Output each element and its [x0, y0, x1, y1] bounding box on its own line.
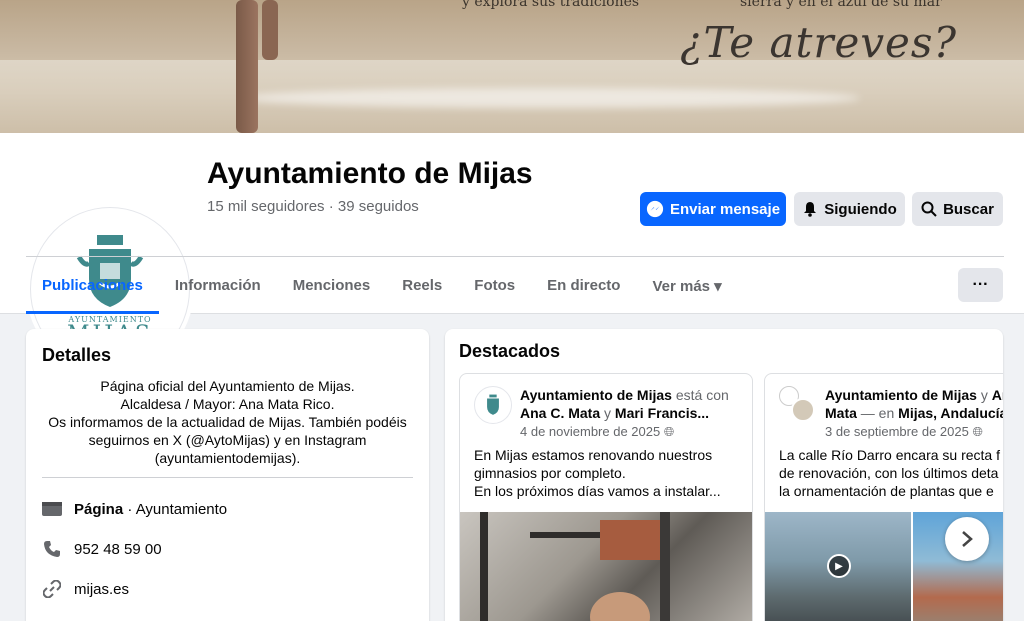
phone-number[interactable]: 952 48 59 00	[74, 541, 162, 558]
send-message-button[interactable]: Enviar mensaje	[640, 192, 786, 226]
tab-publicaciones[interactable]: Publicaciones	[26, 257, 159, 314]
play-icon[interactable]: ▶	[827, 554, 851, 578]
post-text-line: En los próximos días vamos a instalar...	[474, 483, 721, 499]
post-header: Ayuntamiento de Mijas está con Ana C. Ma…	[520, 386, 750, 422]
tab-en-directo[interactable]: En directo	[531, 257, 636, 314]
page-title: Ayuntamiento de Mijas	[207, 157, 533, 190]
search-button[interactable]: Buscar	[912, 192, 1003, 226]
tab-fotos[interactable]: Fotos	[458, 257, 531, 314]
cover-figure	[236, 0, 258, 133]
send-message-label: Enviar mensaje	[669, 200, 781, 218]
profile-tabs: Publicaciones Información Menciones Reel…	[26, 257, 738, 314]
search-label: Buscar	[943, 200, 994, 218]
avatar	[791, 398, 815, 422]
post-author-avatar[interactable]	[779, 386, 817, 424]
following-button[interactable]: Siguiendo	[794, 192, 905, 226]
post-date[interactable]: 4 de noviembre de 2025 🌐︎	[520, 424, 674, 440]
post-text-line: En Mijas estamos renovando nuestros	[474, 447, 713, 463]
featured-post[interactable]: Ayuntamiento de Mijas está con Ana C. Ma…	[459, 373, 753, 621]
following-label: Siguiendo	[824, 200, 897, 218]
cover-slogan: ¿Te atreves?	[680, 18, 957, 67]
post-photo[interactable]	[460, 512, 752, 621]
photo-detail	[600, 520, 660, 560]
tagged-user[interactable]: Mata	[825, 405, 857, 421]
tagged-user[interactable]: Mari Francis...	[615, 405, 709, 421]
post-body: La calle Río Darro encara su recta f de …	[779, 446, 1003, 500]
post-connector: — en	[856, 405, 899, 421]
cover-photo[interactable]: y explora sus tradiciones sierra y en el…	[0, 0, 1024, 133]
coat-of-arms-icon	[487, 394, 499, 415]
tab-reels[interactable]: Reels	[386, 257, 458, 314]
post-video-thumbnail[interactable]: ▶	[765, 512, 911, 621]
post-text-line: de renovación, con los últimos deta	[779, 465, 999, 481]
details-title: Detalles	[42, 345, 112, 365]
tab-menciones[interactable]: Menciones	[277, 257, 387, 314]
photo-detail	[530, 532, 600, 538]
website-link[interactable]: mijas.es	[74, 581, 129, 598]
post-connector: está con	[671, 387, 729, 403]
bio-line: (ayuntamientodemijas).	[154, 450, 301, 466]
more-options-button[interactable]: ···	[958, 268, 1003, 302]
cover-text-left: y explora sus tradiciones	[462, 0, 640, 10]
website-row[interactable]: mijas.es	[42, 579, 129, 599]
post-location[interactable]: Mijas, Andalucía	[898, 405, 1003, 421]
messenger-icon	[646, 200, 664, 218]
profile-header: AYUNTAMIENTO MIJAS Ayuntamiento de Mijas…	[0, 133, 1024, 371]
tab-ver-mas[interactable]: Ver más ▾	[636, 257, 737, 314]
featured-post[interactable]: Ayuntamiento de Mijas y An Mata — en Mij…	[764, 373, 1003, 621]
post-text-line: la ornamentación de plantas que e	[779, 483, 994, 499]
post-text-line: gimnasios por completo.	[474, 465, 626, 481]
post-author-avatar[interactable]	[474, 386, 512, 424]
bio-line: seguirnos en X (@AytoMijas) y en Instagr…	[88, 432, 367, 448]
phone-row[interactable]: 952 48 59 00	[42, 539, 162, 559]
bell-icon	[804, 202, 817, 217]
photo-detail	[660, 512, 670, 621]
link-icon	[42, 579, 62, 599]
bio-line: Os informamos de la actualidad de Mijas.…	[48, 414, 407, 430]
details-divider	[42, 477, 413, 478]
post-header: Ayuntamiento de Mijas y An Mata — en Mij…	[825, 386, 1003, 422]
post-author[interactable]: Ayuntamiento de Mijas	[825, 387, 977, 403]
globe-icon: 🌐︎	[663, 424, 675, 439]
bio-line: Alcaldesa / Mayor: Ana Mata Rico.	[120, 396, 335, 412]
phone-icon	[42, 539, 62, 559]
post-connector: y	[600, 405, 615, 421]
post-connector: y	[976, 387, 992, 403]
search-icon	[921, 201, 937, 217]
post-body: En Mijas estamos renovando nuestros gimn…	[474, 446, 752, 500]
category-value: · Ayuntamiento	[123, 500, 228, 518]
page-flag-icon	[42, 499, 62, 519]
cover-figure-leg	[262, 0, 278, 60]
details-card: Detalles Página oficial del Ayuntamiento…	[26, 329, 429, 621]
tab-informacion[interactable]: Información	[159, 257, 277, 314]
bio-line: Página oficial del Ayuntamiento de Mijas…	[100, 378, 355, 394]
follower-stats[interactable]: 15 mil seguidores · 39 seguidos	[207, 198, 419, 215]
photo-detail	[480, 512, 488, 621]
category-row: Página · Ayuntamiento	[42, 499, 227, 519]
featured-title: Destacados	[459, 341, 561, 361]
photo-detail	[590, 592, 650, 621]
cover-text-right: sierra y en el azul de su mar	[740, 0, 942, 10]
tagged-user[interactable]: Ana C. Mata	[520, 405, 600, 421]
post-text-line: La calle Río Darro encara su recta f	[779, 447, 1000, 463]
tagged-user[interactable]: An	[992, 387, 1003, 403]
globe-icon: 🌐︎	[972, 424, 983, 439]
page-bio: Página oficial del Ayuntamiento de Mijas…	[38, 377, 417, 467]
next-arrow-button[interactable]	[945, 517, 989, 561]
chevron-right-icon	[962, 531, 973, 547]
category-label: Página	[74, 500, 124, 518]
featured-card: Destacados Ayuntamiento de Mijas está co…	[445, 329, 1003, 621]
post-date[interactable]: 3 de septiembre de 2025 🌐︎	[825, 424, 983, 440]
cover-foam	[240, 88, 860, 108]
post-author[interactable]: Ayuntamiento de Mijas	[520, 387, 672, 403]
